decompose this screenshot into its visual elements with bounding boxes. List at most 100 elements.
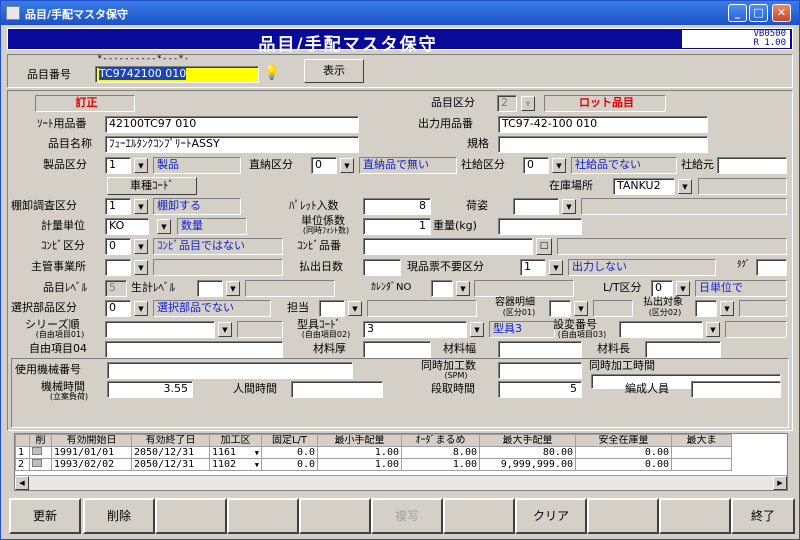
grid-cell[interactable]: 2050/12/31 [131, 446, 210, 459]
packing-dropdown[interactable]: ▼ [562, 199, 576, 214]
grid-cell[interactable]: 1991/01/01 [51, 446, 132, 459]
staff-input[interactable] [691, 381, 781, 398]
setup-time-input[interactable]: 5 [498, 381, 582, 398]
title-bar[interactable]: 品目/手配マスタ保守 _ □ ✕ [1, 1, 799, 25]
grid-cell[interactable]: 2 [15, 458, 30, 471]
grid-header-cell[interactable]: 安全在庫量 [575, 434, 672, 447]
unit-factor-input[interactable]: 1 [363, 218, 431, 235]
die-code-dropdown[interactable]: ▼ [470, 322, 484, 337]
grid-cell[interactable]: 2050/12/31 [131, 458, 210, 471]
scroll-left-icon[interactable]: ◀ [15, 476, 29, 490]
grid-header-cell[interactable]: 固定L/T [261, 434, 318, 447]
grid-cell[interactable]: 1161 ▼ [209, 446, 262, 459]
company-source-input[interactable] [717, 157, 787, 174]
container-dropdown[interactable]: ▼ [574, 301, 588, 316]
main-office-input[interactable] [105, 259, 131, 276]
function-button-3[interactable] [155, 498, 227, 534]
select-class-dropdown[interactable]: ▼ [134, 301, 148, 316]
product-class-dropdown[interactable]: ▼ [134, 158, 148, 173]
calendar-input[interactable] [431, 280, 453, 297]
free04-input[interactable] [105, 341, 283, 358]
process-dropdown-icon[interactable]: ▼ [255, 460, 259, 470]
machine-time-input[interactable]: 3.55 [107, 381, 193, 398]
function-button-10[interactable] [659, 498, 731, 534]
container-input[interactable] [549, 300, 571, 317]
grid-cell[interactable]: 0.00 [575, 458, 672, 471]
grid-cell[interactable]: 1 [15, 446, 30, 459]
function-button-11[interactable]: 終了 [731, 498, 795, 534]
ticket-unneeded-input[interactable]: 1 [520, 259, 546, 276]
lt-class-dropdown[interactable]: ▼ [676, 281, 690, 296]
function-button-9[interactable] [587, 498, 659, 534]
gen-level-dropdown[interactable]: ▼ [226, 281, 240, 296]
output-item-no-input[interactable]: TC97-42-100 010 [498, 116, 708, 133]
design-change-dropdown[interactable]: ▼ [706, 322, 720, 337]
payout-dropdown[interactable]: ▼ [720, 301, 734, 316]
grid-header-cell[interactable]: 加工区 [209, 434, 262, 447]
material-width-input[interactable] [498, 341, 582, 358]
grid-cell[interactable]: 0.0 [261, 446, 318, 459]
function-button-1[interactable]: 更新 [9, 498, 81, 534]
main-office-dropdown[interactable]: ▼ [134, 260, 148, 275]
select-class-input[interactable]: 0 [105, 300, 131, 317]
stock-location-input[interactable]: TANKU2 [613, 178, 675, 195]
grid-cell[interactable]: 80.00 [479, 446, 576, 459]
item-level-input[interactable]: 5 [105, 280, 127, 297]
function-button-7[interactable] [443, 498, 515, 534]
maximize-icon[interactable]: □ [749, 4, 768, 22]
inventory-class-dropdown[interactable]: ▼ [134, 199, 148, 214]
function-button-5[interactable] [299, 498, 371, 534]
grid-cell[interactable]: 9,999,999.00 [479, 458, 576, 471]
die-code-input[interactable]: 3 [363, 321, 467, 338]
combi-class-dropdown[interactable]: ▼ [134, 239, 148, 254]
machine-no-input[interactable] [107, 362, 353, 379]
grid-header-cell[interactable]: 削 [29, 434, 52, 447]
grid-header-cell[interactable]: 最小手配量 [317, 434, 402, 447]
combi-item-input[interactable] [363, 238, 533, 255]
grid-header-cell[interactable]: 有効開始日 [51, 434, 132, 447]
grid-cell[interactable]: 1.00 [401, 458, 480, 471]
close-icon[interactable]: ✕ [772, 4, 791, 22]
delete-checkbox[interactable] [32, 447, 42, 455]
gen-level-input[interactable] [197, 280, 223, 297]
grid-cell[interactable]: 0.00 [575, 446, 672, 459]
simul-count-input[interactable] [498, 362, 582, 379]
human-time-input[interactable] [291, 381, 383, 398]
company-class-input[interactable]: 0 [523, 157, 549, 174]
function-button-6[interactable]: 複写 [371, 498, 443, 534]
function-button-4[interactable] [227, 498, 299, 534]
sort-item-no-input[interactable]: 42100TC97 010 [105, 116, 359, 133]
grid-cell[interactable] [29, 446, 52, 459]
pallet-qty-input[interactable]: 8 [363, 198, 431, 215]
minimize-icon[interactable]: _ [728, 4, 747, 22]
function-button-8[interactable]: クリア [515, 498, 587, 534]
packing-input[interactable] [513, 198, 559, 215]
item-no-input[interactable]: TC9742100 010 [95, 66, 259, 83]
combi-class-input[interactable]: 0 [105, 238, 131, 255]
combi-lookup-button[interactable]: □ [536, 238, 552, 255]
grid-header-cell[interactable]: ｵｰﾀﾞまるめ [401, 434, 480, 447]
grid-horizontal-scrollbar[interactable]: ◀ ▶ [15, 475, 787, 490]
grid-header-cell[interactable] [15, 434, 30, 447]
inventory-class-input[interactable]: 1 [105, 198, 131, 215]
delete-checkbox[interactable] [32, 459, 42, 467]
item-name-input[interactable]: ﾌｭｰｴﾙﾀﾝｸｺﾝﾌﾟﾘｰﾄASSY [105, 136, 359, 153]
item-class-dropdown[interactable]: ▼ [521, 96, 535, 111]
stock-location-dropdown[interactable]: ▼ [678, 179, 692, 194]
grid-cell[interactable]: 1993/02/02 [51, 458, 132, 471]
function-button-2[interactable]: 削除 [83, 498, 155, 534]
grid-cell[interactable]: 1102 ▼ [209, 458, 262, 471]
car-code-button[interactable]: 車種ｺｰﾄﾞ [107, 177, 197, 195]
table-row[interactable]: 2 1993/02/02 2050/12/31 1102 ▼ 0.0 1.00 1.00 9,9… [15, 458, 732, 471]
tag-input[interactable] [756, 259, 787, 276]
material-length-input[interactable] [645, 341, 721, 358]
series-dropdown[interactable]: ▼ [218, 322, 232, 337]
lightbulb-icon[interactable]: 💡 [263, 65, 280, 81]
calendar-dropdown[interactable]: ▼ [456, 281, 470, 296]
grid-cell[interactable]: 1.00 [317, 458, 402, 471]
series-input[interactable] [105, 321, 215, 338]
table-row[interactable]: 1 1991/01/01 2050/12/31 1161 ▼ 0.0 1.00 8.00 80.… [15, 446, 732, 459]
shipment-days-input[interactable] [363, 259, 401, 276]
spec-input[interactable] [498, 136, 708, 153]
grid-cell[interactable] [671, 458, 732, 471]
